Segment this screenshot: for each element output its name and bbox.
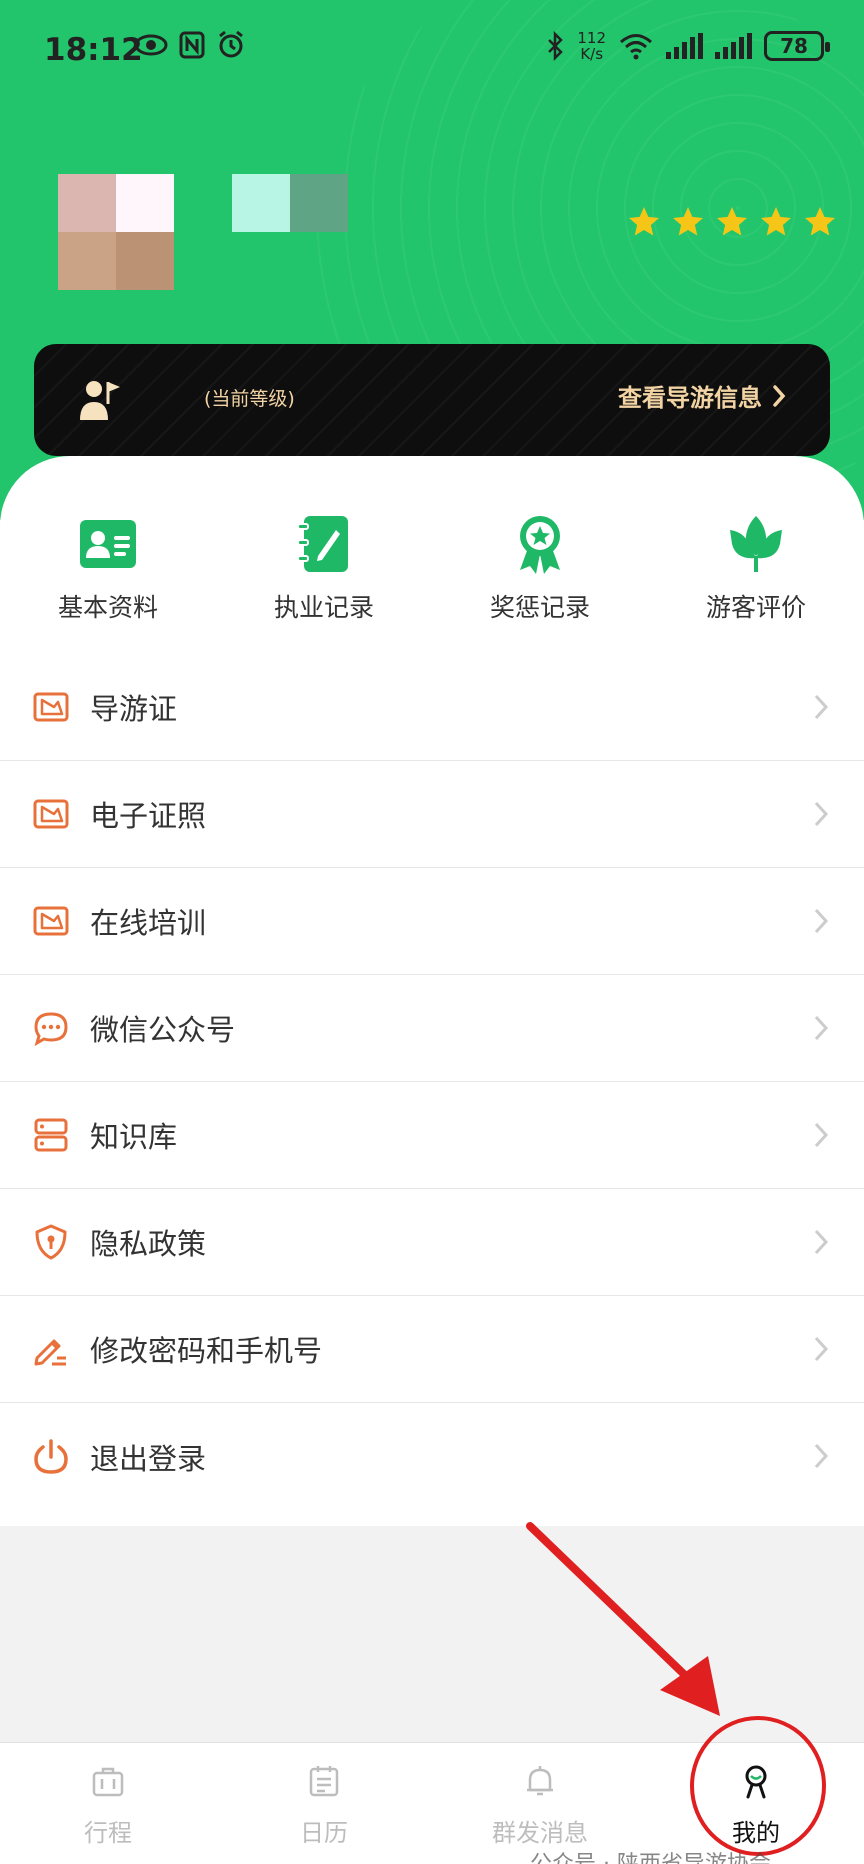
chevron-right-icon: [814, 694, 829, 720]
status-bar: 18:12 112 K/s 78: [0, 0, 864, 100]
database-icon: [34, 1118, 68, 1152]
tab-label: 群发消息: [492, 1819, 588, 1847]
quick-link-visitor-reviews[interactable]: 游客评价: [648, 512, 864, 632]
e-license-icon: [33, 799, 69, 829]
calendar-icon: [309, 1766, 339, 1797]
wifi-icon: [620, 34, 652, 60]
menu-item-online-training[interactable]: 在线培训: [0, 868, 864, 975]
star-icon: [761, 207, 791, 236]
menu-item-knowledge-base[interactable]: 知识库: [0, 1082, 864, 1189]
quick-link-label: 执业记录: [273, 593, 374, 622]
star-icon: [673, 207, 703, 236]
chevron-right-icon: [814, 1015, 829, 1041]
account-panel: 基本资料 执业记录 奖惩记录 游客评价 导游证 电子证照 在线培训 微信公众号 …: [0, 456, 864, 1526]
menu-item-label: 退出登录: [90, 1441, 207, 1476]
chevron-right-icon: [814, 908, 829, 934]
avatar[interactable]: [58, 174, 174, 290]
bell-icon: [527, 1766, 553, 1796]
quick-link-basic-info[interactable]: 基本资料: [0, 512, 216, 632]
menu-item-label: 导游证: [90, 692, 178, 726]
star-icon: [717, 207, 747, 236]
watermark: 公众号 · 陕西省导游协会: [530, 1846, 771, 1864]
view-guide-info-label: 查看导游信息: [618, 384, 762, 412]
power-icon: [34, 1438, 68, 1474]
quick-link-label: 奖惩记录: [489, 593, 590, 622]
view-guide-info-link[interactable]: 查看导游信息: [618, 378, 786, 413]
rating-stars: [626, 204, 838, 240]
menu-item-change-password-phone[interactable]: 修改密码和手机号: [0, 1296, 864, 1403]
tab-label: 行程: [84, 1819, 132, 1847]
chat-bubble-icon: [34, 1012, 68, 1047]
lotus-icon: [730, 516, 782, 572]
menu-item-label: 在线培训: [90, 906, 207, 940]
menu-item-label: 修改密码和手机号: [90, 1334, 323, 1368]
award-ribbon-icon: [520, 516, 560, 574]
chevron-right-icon: [773, 384, 786, 407]
quick-link-label: 基本资料: [57, 593, 158, 622]
current-level-label: (当前等级): [204, 388, 295, 410]
tab-itinerary[interactable]: 行程: [0, 1743, 216, 1864]
menu-item-label: 隐私政策: [90, 1227, 207, 1261]
settings-menu: 导游证 电子证照 在线培训 微信公众号 知识库 隐私政策 修改密码和手机号 退出…: [0, 654, 864, 1510]
shield-lock-icon: [35, 1224, 67, 1260]
quick-link-label: 游客评价: [705, 593, 806, 622]
menu-item-label: 微信公众号: [90, 1013, 236, 1047]
signal-strength-icon: [666, 33, 703, 59]
chevron-right-icon: [814, 1336, 829, 1362]
chevron-right-icon: [814, 801, 829, 827]
bluetooth-icon: [548, 31, 564, 61]
eye-icon: [134, 34, 168, 56]
chevron-right-icon: [814, 1443, 829, 1469]
guide-level-card[interactable]: (当前等级) 查看导游信息: [34, 344, 830, 456]
tab-label: 日历: [300, 1819, 348, 1847]
chevron-right-icon: [814, 1122, 829, 1148]
status-time: 18:12: [44, 32, 143, 68]
alarm-icon: [219, 30, 243, 58]
network-speed: 112 K/s: [577, 29, 606, 63]
guide-license-icon: [33, 692, 69, 722]
menu-item-wechat-account[interactable]: 微信公众号: [0, 975, 864, 1082]
user-name-redacted: [232, 174, 348, 232]
menu-item-e-license[interactable]: 电子证照: [0, 761, 864, 868]
star-icon: [805, 207, 835, 236]
nfc-icon: [179, 31, 205, 59]
online-training-icon: [33, 906, 69, 936]
quick-link-practice-records[interactable]: 执业记录: [216, 512, 432, 632]
chevron-right-icon: [814, 1229, 829, 1255]
edit-pen-icon: [34, 1339, 66, 1366]
signal-strength-2-icon: [715, 33, 752, 59]
briefcase-icon: [92, 1767, 124, 1797]
annotation-arrow: [526, 1522, 720, 1716]
quick-link-rewards-penalties[interactable]: 奖惩记录: [432, 512, 648, 632]
menu-item-label: 知识库: [90, 1120, 178, 1154]
star-icon: [629, 207, 659, 236]
guide-flag-icon: [80, 381, 120, 420]
tab-calendar[interactable]: 日历: [216, 1743, 432, 1864]
menu-item-guide-license[interactable]: 导游证: [0, 654, 864, 761]
quick-links: 基本资料 执业记录 奖惩记录 游客评价: [0, 512, 864, 632]
annotation-circle: [690, 1716, 826, 1856]
menu-item-logout[interactable]: 退出登录: [0, 1403, 864, 1510]
id-card-icon: [80, 520, 136, 568]
menu-item-label: 电子证照: [90, 799, 207, 833]
battery-indicator: 78: [764, 31, 830, 61]
notebook-pen-icon: [297, 516, 348, 572]
menu-item-privacy-policy[interactable]: 隐私政策: [0, 1189, 864, 1296]
